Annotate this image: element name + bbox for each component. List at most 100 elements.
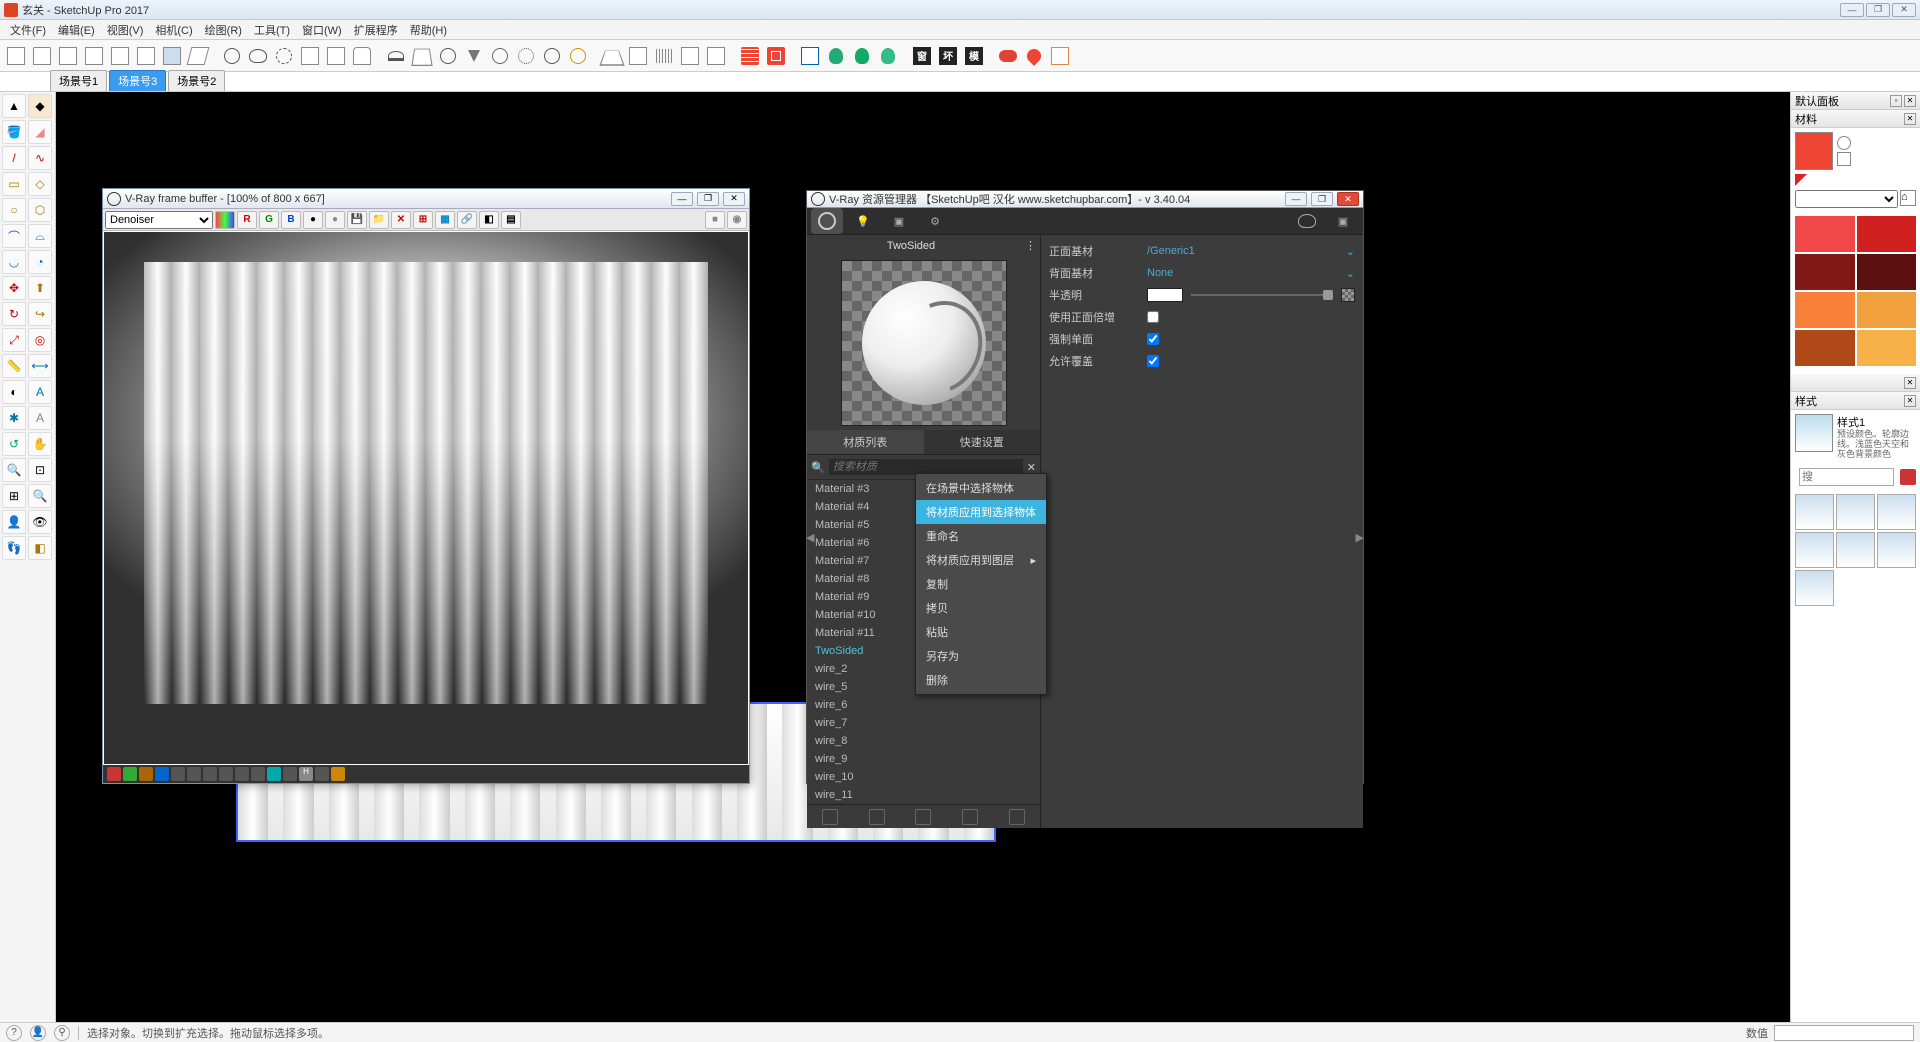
- toolbar-copy[interactable]: [134, 44, 158, 68]
- context-menu-item[interactable]: 复制: [916, 572, 1046, 596]
- vfb-sb-1[interactable]: [107, 767, 121, 781]
- materials-panel-header[interactable]: 材料 ✕: [1791, 110, 1920, 128]
- light-omni-icon[interactable]: [514, 44, 538, 68]
- material-lib-select[interactable]: [1795, 190, 1898, 208]
- close-button[interactable]: ✕: [1892, 3, 1916, 17]
- material-item[interactable]: wire_9: [807, 750, 1040, 768]
- vfb-sb-6[interactable]: [187, 767, 201, 781]
- materials-close-icon[interactable]: ✕: [1904, 113, 1916, 125]
- prop-front-value[interactable]: /Generic1: [1147, 245, 1338, 257]
- vray-asset-editor-window[interactable]: V-Ray 资源管理器 【SketchUp吧 汉化 www.sketchupba…: [806, 190, 1364, 784]
- menu-view[interactable]: 视图(V): [101, 20, 150, 40]
- position-camera-tool[interactable]: 👤: [2, 510, 26, 534]
- style-thumb-6[interactable]: [1877, 532, 1916, 568]
- arc2-tool[interactable]: ⌓: [28, 224, 52, 248]
- vfb-sb-12[interactable]: [283, 767, 297, 781]
- light-sun-icon[interactable]: [566, 44, 590, 68]
- poly-tool[interactable]: ⬡: [28, 198, 52, 222]
- rect-tool[interactable]: ▭: [2, 172, 26, 196]
- axes-tool[interactable]: ✱: [2, 406, 26, 430]
- preview-menu-icon[interactable]: ⋮: [1021, 235, 1040, 256]
- vray-interactive-icon[interactable]: [272, 44, 296, 68]
- vfb-sb-2[interactable]: [123, 767, 137, 781]
- ext-target-icon[interactable]: [764, 44, 788, 68]
- line-tool[interactable]: /: [2, 146, 26, 170]
- light-sphere-icon[interactable]: [436, 44, 460, 68]
- vfb-sb-9[interactable]: [235, 767, 249, 781]
- rect-rot-tool[interactable]: ◇: [28, 172, 52, 196]
- vfb-sb-3[interactable]: [139, 767, 153, 781]
- context-menu-item[interactable]: 将材质应用到图层▸: [916, 548, 1046, 572]
- scene-tab-1[interactable]: 场景号1: [50, 70, 107, 91]
- followme-tool[interactable]: ↪: [28, 302, 52, 326]
- protractor-tool[interactable]: ◐: [2, 380, 26, 404]
- menu-window[interactable]: 窗口(W): [296, 20, 348, 40]
- left-collapse-icon[interactable]: ◀: [806, 531, 814, 544]
- menu-camera[interactable]: 相机(C): [149, 20, 198, 40]
- material-item[interactable]: wire_11: [807, 786, 1040, 804]
- force-single-checkbox[interactable]: [1147, 333, 1159, 345]
- vfb-b-button[interactable]: B: [281, 211, 301, 229]
- vfb-sb-4[interactable]: [155, 767, 169, 781]
- ext-mo-icon[interactable]: 模: [962, 44, 986, 68]
- ext-page-icon[interactable]: [1048, 44, 1072, 68]
- context-menu-item[interactable]: 在场景中选择物体: [916, 476, 1046, 500]
- obj-clipper-icon[interactable]: [678, 44, 702, 68]
- tray-header[interactable]: 默认面板 ▫✕: [1791, 92, 1920, 110]
- move-tool[interactable]: ✥: [2, 276, 26, 300]
- toolbar-shape[interactable]: [186, 44, 210, 68]
- toolbar-new[interactable]: [4, 44, 28, 68]
- vae-tab-render[interactable]: [1291, 208, 1323, 234]
- vfb-track-icon[interactable]: ▦: [435, 211, 455, 229]
- vfb-maximize-button[interactable]: ❐: [697, 192, 719, 206]
- eraser-tool[interactable]: ◢: [28, 120, 52, 144]
- material-item[interactable]: wire_8: [807, 732, 1040, 750]
- material-item[interactable]: wire_10: [807, 768, 1040, 786]
- translucency-slider[interactable]: [1191, 294, 1333, 296]
- vfb-mono-icon[interactable]: ●: [325, 211, 345, 229]
- material-item[interactable]: wire_7: [807, 714, 1040, 732]
- light-dome-icon[interactable]: [384, 44, 408, 68]
- prev-view-tool[interactable]: 🔍: [28, 484, 52, 508]
- vray-viewport-icon[interactable]: [298, 44, 322, 68]
- swatch-8[interactable]: [1857, 330, 1917, 366]
- translucency-map-icon[interactable]: [1341, 288, 1355, 302]
- vfb-sb-14[interactable]: [315, 767, 329, 781]
- purge-material-icon[interactable]: [1009, 809, 1025, 825]
- component-tool[interactable]: ◆: [28, 94, 52, 118]
- zoom-window-tool[interactable]: ⊡: [28, 458, 52, 482]
- vae-close-button[interactable]: ✕: [1337, 192, 1359, 206]
- maximize-button[interactable]: ❐: [1866, 3, 1890, 17]
- ext-pin-icon[interactable]: [1022, 44, 1046, 68]
- vray-lock-icon[interactable]: [350, 44, 374, 68]
- rotate-tool[interactable]: ↻: [2, 302, 26, 326]
- vfb-g-button[interactable]: G: [259, 211, 279, 229]
- vfb-sb-11[interactable]: [267, 767, 281, 781]
- zoom-extents-tool[interactable]: ⊞: [2, 484, 26, 508]
- context-menu-item[interactable]: 拷贝: [916, 596, 1046, 620]
- list-tab-quick[interactable]: 快速设置: [924, 430, 1041, 454]
- minimize-button[interactable]: —: [1840, 3, 1864, 17]
- vae-tab-geometry[interactable]: ▣: [883, 208, 915, 234]
- vfb-render-icon[interactable]: ◉: [727, 211, 747, 229]
- tray-close-icon[interactable]: ✕: [1904, 95, 1916, 107]
- section-tool[interactable]: ◧: [28, 536, 52, 560]
- material-picker-icon[interactable]: [1837, 136, 1851, 150]
- scene-tab-3[interactable]: 场景号3: [109, 70, 166, 91]
- menu-draw[interactable]: 绘图(R): [199, 20, 248, 40]
- import-material-icon[interactable]: [869, 809, 885, 825]
- vray-frame-buffer-window[interactable]: V-Ray frame buffer - [100% of 800 x 667]…: [102, 188, 750, 784]
- obj-fur-icon[interactable]: [652, 44, 676, 68]
- menu-edit[interactable]: 编辑(E): [52, 20, 101, 40]
- toolbar-open[interactable]: [30, 44, 54, 68]
- ext-tree1-icon[interactable]: [824, 44, 848, 68]
- vfb-close-button[interactable]: ✕: [723, 192, 745, 206]
- vray-frame-icon[interactable]: [324, 44, 348, 68]
- context-menu-item[interactable]: 将材质应用到选择物体: [916, 500, 1046, 524]
- vfb-save-icon[interactable]: 💾: [347, 211, 367, 229]
- tape-tool[interactable]: 📏: [2, 354, 26, 378]
- 3dtext-tool[interactable]: A: [28, 406, 52, 430]
- material-create-icon[interactable]: [1837, 152, 1851, 166]
- tray-pin-icon[interactable]: ▫: [1890, 95, 1902, 107]
- look-around-tool[interactable]: 👁: [28, 510, 52, 534]
